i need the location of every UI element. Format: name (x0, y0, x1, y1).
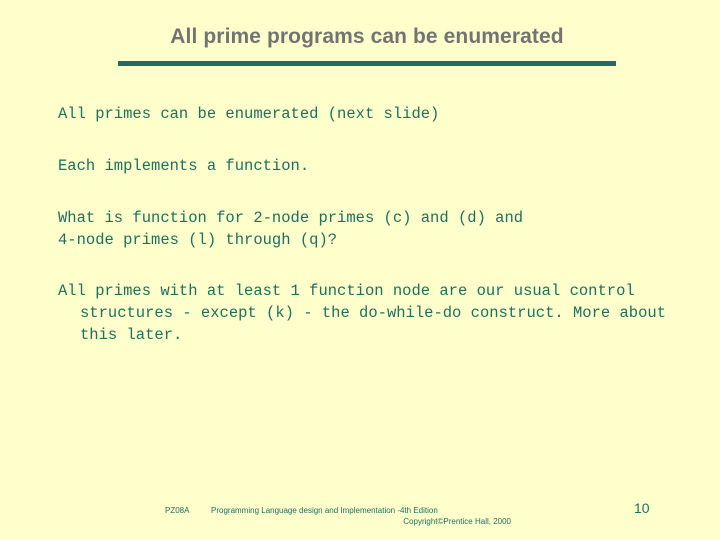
footer-copyright: Copyright©Prentice Hall, 2000 (403, 517, 511, 526)
slide-body: All primes can be enumerated (next slide… (58, 103, 678, 346)
title-block: All prime programs can be enumerated (118, 24, 616, 50)
footer-book-title: Programming Language design and Implemen… (211, 506, 438, 515)
page-number: 10 (634, 500, 650, 516)
slide-footer: PZ08A Programming Language design and Imp… (165, 505, 525, 527)
body-paragraph-4: All primes with at least 1 function node… (58, 282, 676, 344)
body-paragraph-3: What is function for 2-node primes (c) a… (58, 209, 524, 249)
body-paragraph-2: Each implements a function. (58, 157, 310, 175)
footer-course-code: PZ08A (165, 506, 190, 515)
title-underline-rule (118, 61, 616, 66)
page-title: All prime programs can be enumerated (170, 25, 564, 48)
body-paragraph-1: All primes can be enumerated (next slide… (58, 105, 440, 123)
slide-canvas: All prime programs can be enumerated All… (0, 0, 720, 540)
footer-line-1: PZ08A Programming Language design and Imp… (165, 505, 525, 516)
